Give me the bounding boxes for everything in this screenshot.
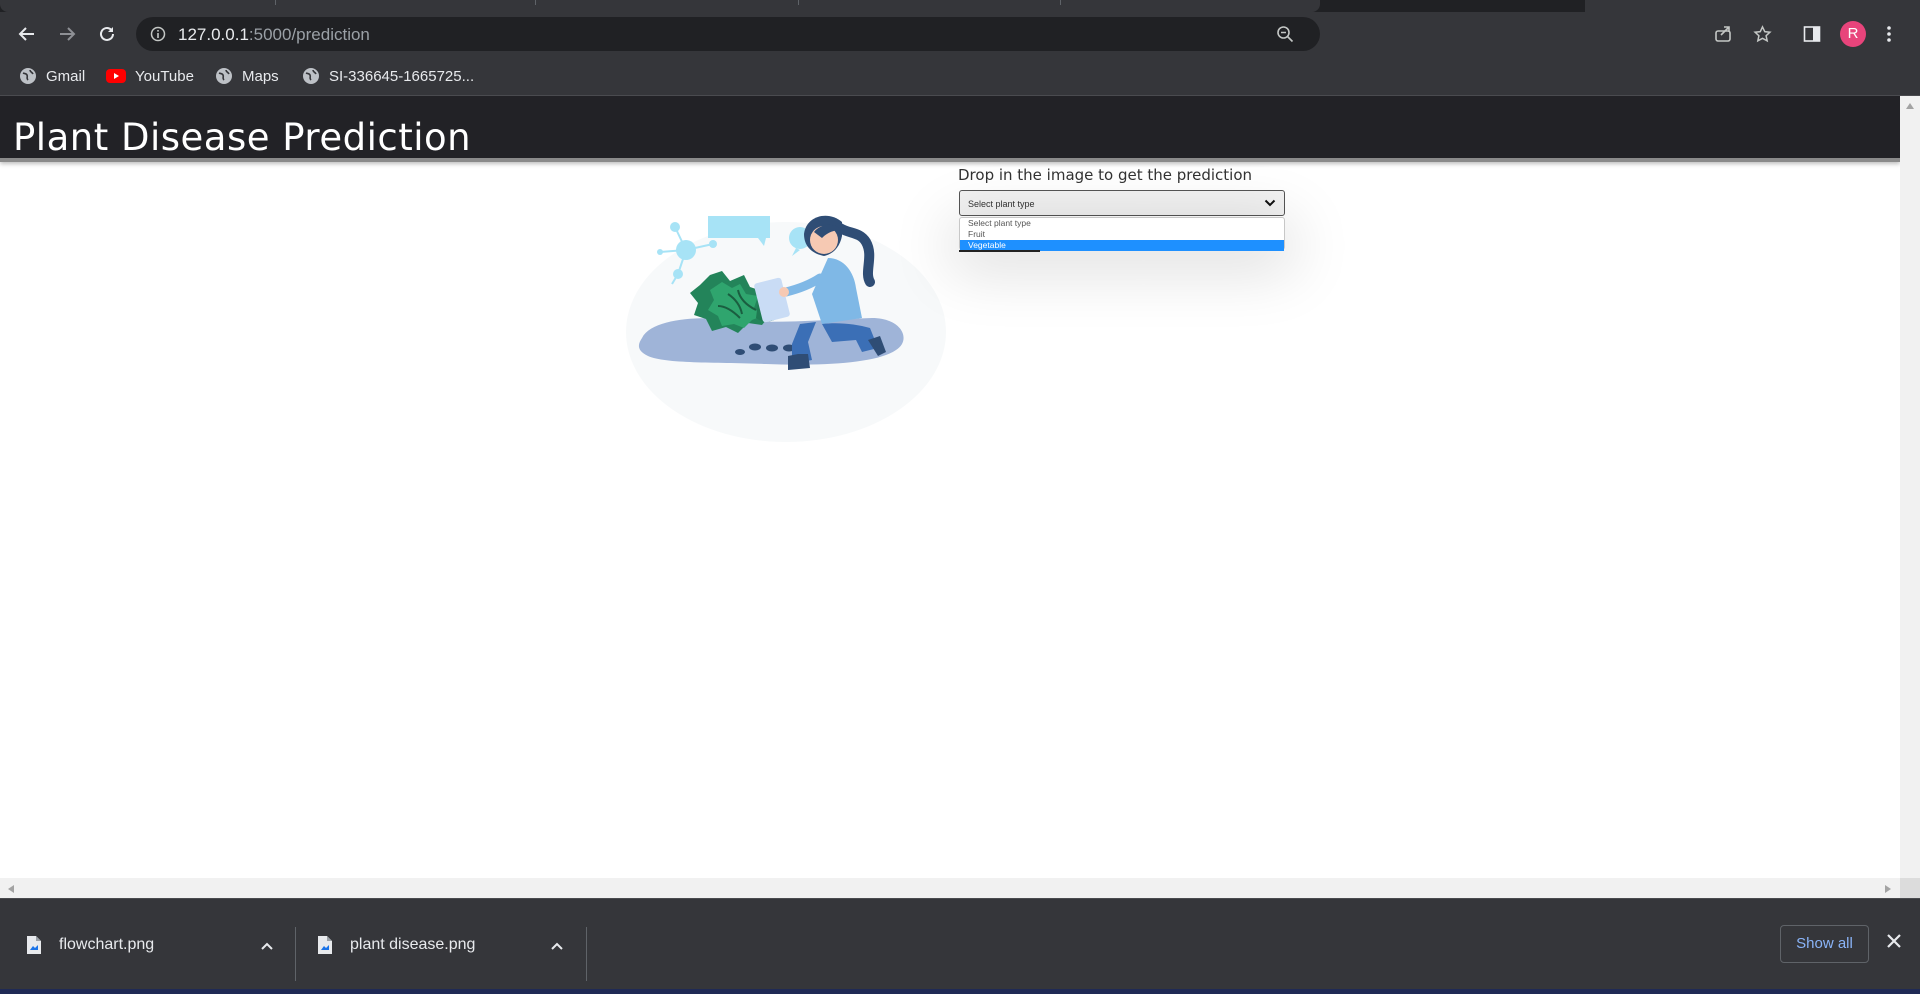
download-divider: [295, 927, 296, 981]
plant-type-select[interactable]: Select plant type: [959, 190, 1285, 216]
info-icon[interactable]: [150, 26, 166, 47]
show-all-button[interactable]: Show all: [1780, 925, 1869, 963]
active-tab[interactable]: [0, 0, 1320, 12]
bookmark-star-icon[interactable]: [1753, 25, 1772, 49]
os-taskbar-edge: [0, 989, 1920, 994]
select-value: Select plant type: [968, 199, 1035, 209]
upload-panel: Drop in the image to get the prediction …: [958, 166, 1338, 252]
url-text[interactable]: 127.0.0.1:5000/prediction: [178, 25, 370, 45]
plant-type-dropdown: Select plant type Fruit Vegetable: [959, 217, 1285, 251]
horizontal-scrollbar[interactable]: [0, 878, 1900, 898]
arrow-left-icon: [18, 27, 34, 41]
chevron-down-icon: [1264, 198, 1276, 210]
scroll-right-icon[interactable]: [1884, 884, 1892, 894]
scroll-left-icon[interactable]: [7, 884, 15, 894]
download-filename: flowchart.png: [59, 935, 155, 953]
tab-strip: [0, 0, 1920, 12]
forward-button[interactable]: [53, 20, 81, 48]
download-divider: [586, 927, 587, 981]
bookmark-si[interactable]: SI-336645-1665725...: [302, 65, 474, 87]
browser-toolbar: 127.0.0.1:5000/prediction R: [0, 12, 1920, 56]
bookmark-label: Gmail: [46, 67, 86, 85]
bookmark-gmail[interactable]: Gmail: [19, 65, 85, 87]
page-title: Plant Disease Prediction: [13, 116, 472, 159]
plant-inspection-illustration: [626, 215, 946, 442]
close-icon[interactable]: [1886, 933, 1902, 954]
bookmark-youtube[interactable]: YouTube: [106, 65, 194, 87]
tab-divider: [798, 0, 799, 5]
scroll-up-icon[interactable]: [1905, 102, 1915, 110]
address-bar[interactable]: 127.0.0.1:5000/prediction: [136, 17, 1320, 51]
globe-icon: [215, 67, 233, 85]
menu-kebab-icon[interactable]: [1885, 25, 1893, 48]
option-fruit[interactable]: Fruit: [960, 229, 1284, 240]
reload-button[interactable]: [93, 20, 121, 48]
bookmark-label: SI-336645-1665725...: [329, 67, 475, 85]
youtube-icon: [106, 69, 126, 83]
image-file-icon: [317, 935, 333, 955]
download-filename: plant disease.png: [350, 935, 476, 953]
download-item[interactable]: plant disease.png: [317, 899, 563, 990]
bookmarks-bar: Gmail YouTube Maps SI-336645-1665725...: [0, 56, 1920, 96]
url-path: :5000/prediction: [248, 25, 370, 44]
reload-icon: [100, 26, 114, 41]
url-host: 127.0.0.1: [178, 25, 249, 44]
tab-divider: [535, 0, 536, 5]
bookmark-label: Maps: [242, 67, 279, 85]
tab-divider: [275, 0, 276, 5]
bookmark-maps[interactable]: Maps: [215, 65, 279, 87]
drop-label: Drop in the image to get the prediction: [958, 166, 1253, 184]
page-viewport: Plant Disease Prediction Drop in the ima…: [0, 96, 1920, 898]
download-shelf: flowchart.png plant disease.png Show all: [0, 898, 1920, 989]
bookmark-label: YouTube: [135, 67, 194, 85]
tab-divider: [1060, 0, 1061, 5]
back-button[interactable]: [13, 20, 41, 48]
side-panel-icon[interactable]: [1803, 25, 1821, 48]
globe-icon: [302, 67, 320, 85]
underlying-button-edge: [959, 250, 1040, 252]
globe-icon: [19, 67, 37, 85]
site-header: Plant Disease Prediction: [0, 96, 1900, 162]
image-file-icon: [26, 935, 42, 955]
profile-avatar[interactable]: R: [1840, 21, 1866, 47]
option-select-plant-type[interactable]: Select plant type: [960, 218, 1284, 229]
share-icon[interactable]: [1714, 25, 1732, 48]
arrow-right-icon: [60, 27, 76, 41]
download-item[interactable]: flowchart.png: [26, 899, 273, 990]
tab[interactable]: [1585, 0, 1920, 12]
chevron-up-icon[interactable]: [260, 938, 274, 956]
zoom-icon[interactable]: [1276, 25, 1294, 48]
vertical-scrollbar[interactable]: [1900, 96, 1920, 898]
scroll-corner: [1900, 878, 1920, 898]
chevron-up-icon[interactable]: [550, 938, 564, 956]
